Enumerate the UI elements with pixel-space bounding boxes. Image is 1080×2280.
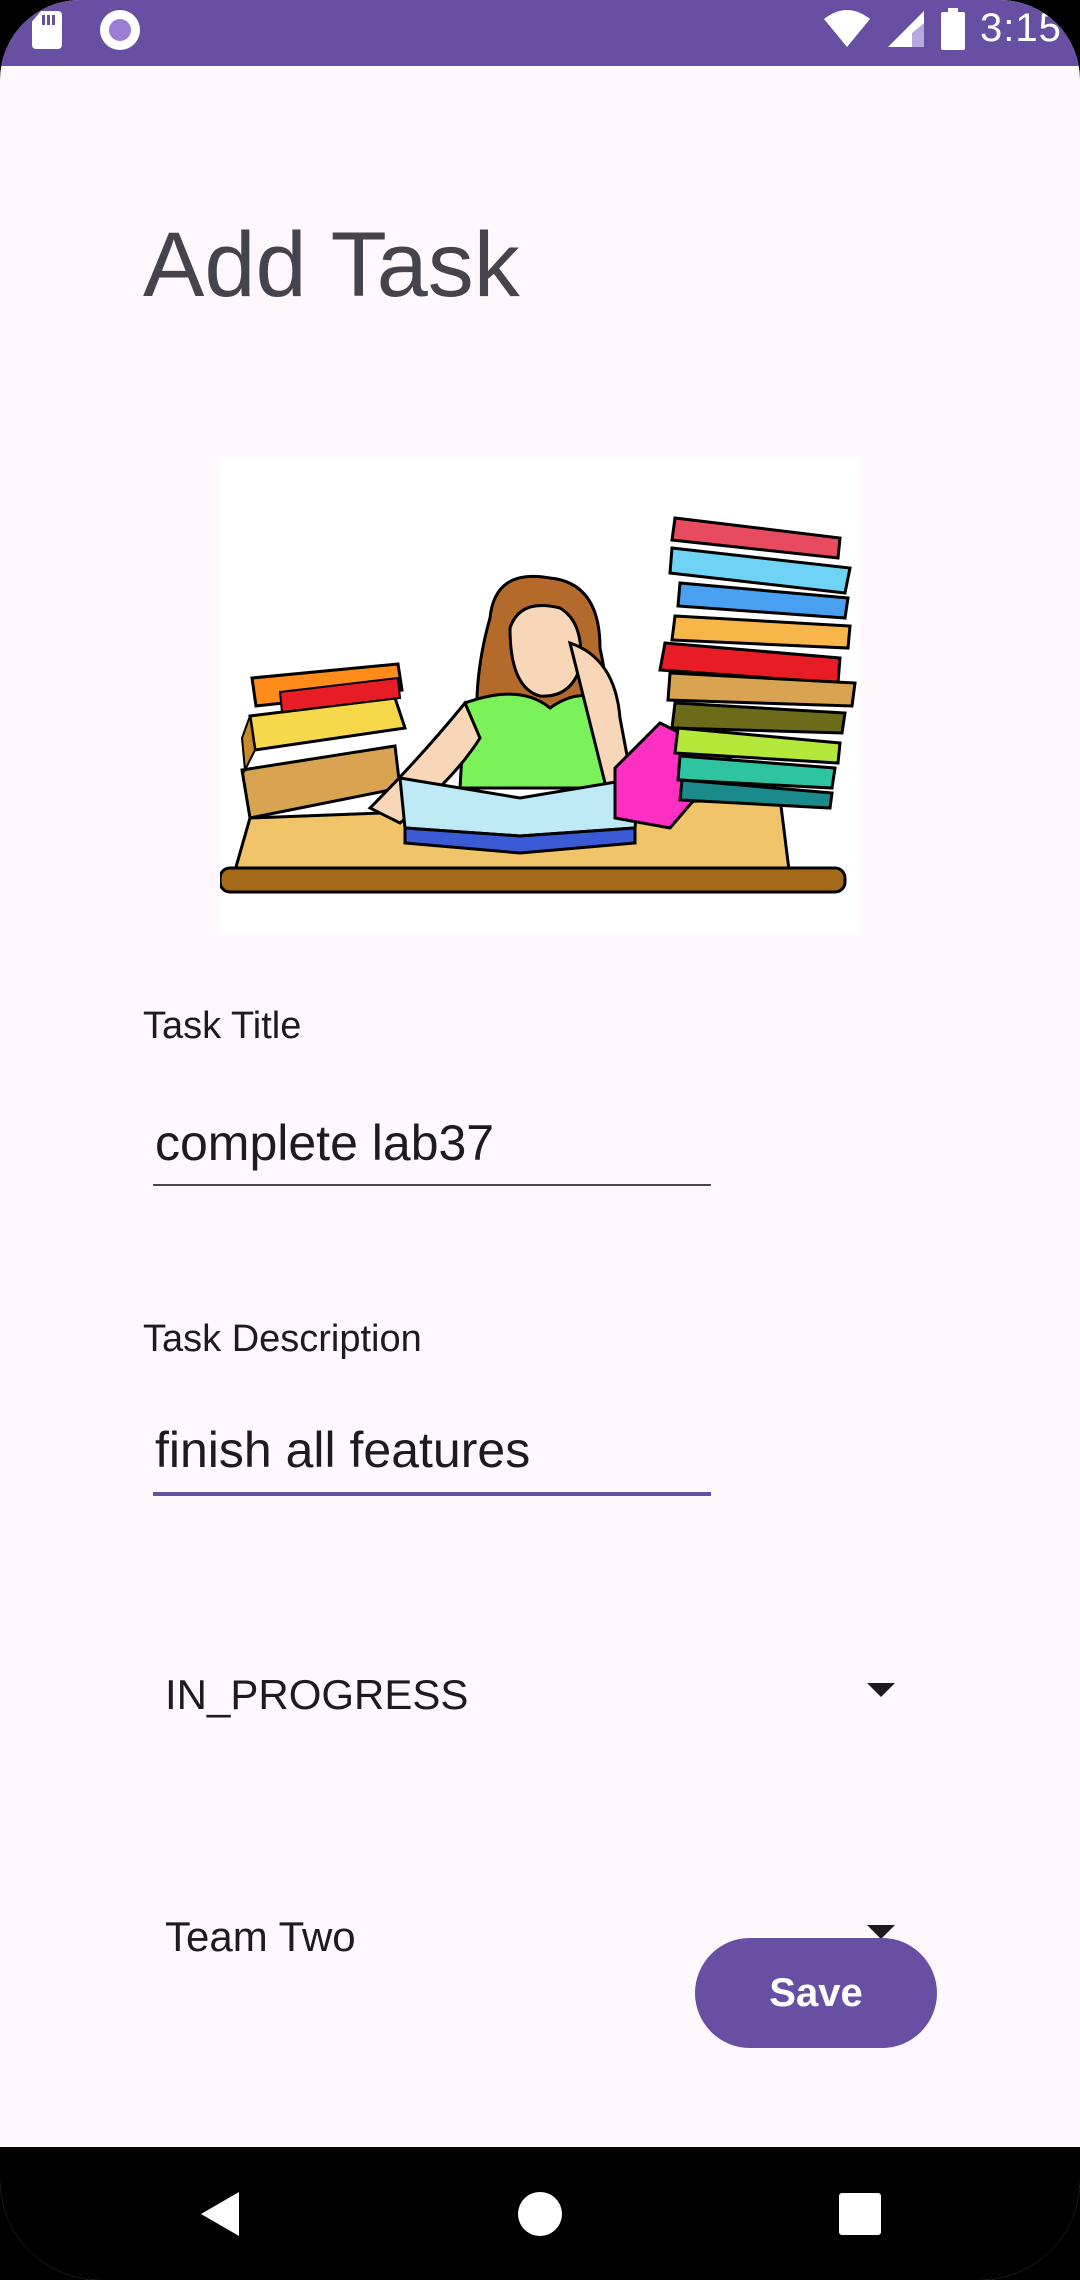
wifi-icon xyxy=(824,9,870,47)
battery-icon xyxy=(941,7,965,50)
dropdown-arrow-icon xyxy=(867,1925,895,1939)
signal-icon xyxy=(888,10,924,47)
status-spinner[interactable]: IN_PROGRESS xyxy=(165,1650,895,1740)
navigation-bar xyxy=(0,2147,1080,2280)
team-spinner-value: Team Two xyxy=(165,1913,356,1960)
status-bar: 3:15 xyxy=(0,0,1080,66)
home-circle-icon xyxy=(518,2191,562,2236)
save-button[interactable]: Save xyxy=(695,1938,937,2048)
recents-square-icon xyxy=(839,2192,881,2235)
dropdown-arrow-icon xyxy=(867,1683,895,1697)
studying-girl-illustration xyxy=(218,458,860,934)
status-right: 3:15 xyxy=(822,6,1080,51)
home-button[interactable] xyxy=(500,2147,580,2280)
circle-notification-icon xyxy=(100,10,140,50)
back-button[interactable] xyxy=(180,2147,260,2280)
screen: 3:15 Add Task Task Title complete lab37 … xyxy=(0,0,1080,2280)
sd-card-icon xyxy=(32,11,62,49)
status-spinner-value: IN_PROGRESS xyxy=(165,1671,469,1718)
task-title-underline xyxy=(153,1184,711,1186)
recents-button[interactable] xyxy=(820,2147,900,2280)
task-title-label: Task Title xyxy=(143,1005,302,1047)
page-title: Add Task xyxy=(143,214,520,316)
back-triangle-icon xyxy=(201,2191,239,2236)
clock: 3:15 xyxy=(980,6,1062,50)
task-description-underline xyxy=(153,1492,711,1496)
task-description-input[interactable] xyxy=(153,1405,713,1495)
status-left xyxy=(32,10,140,50)
task-title-input[interactable] xyxy=(153,1098,713,1188)
task-description-label: Task Description xyxy=(143,1318,422,1360)
